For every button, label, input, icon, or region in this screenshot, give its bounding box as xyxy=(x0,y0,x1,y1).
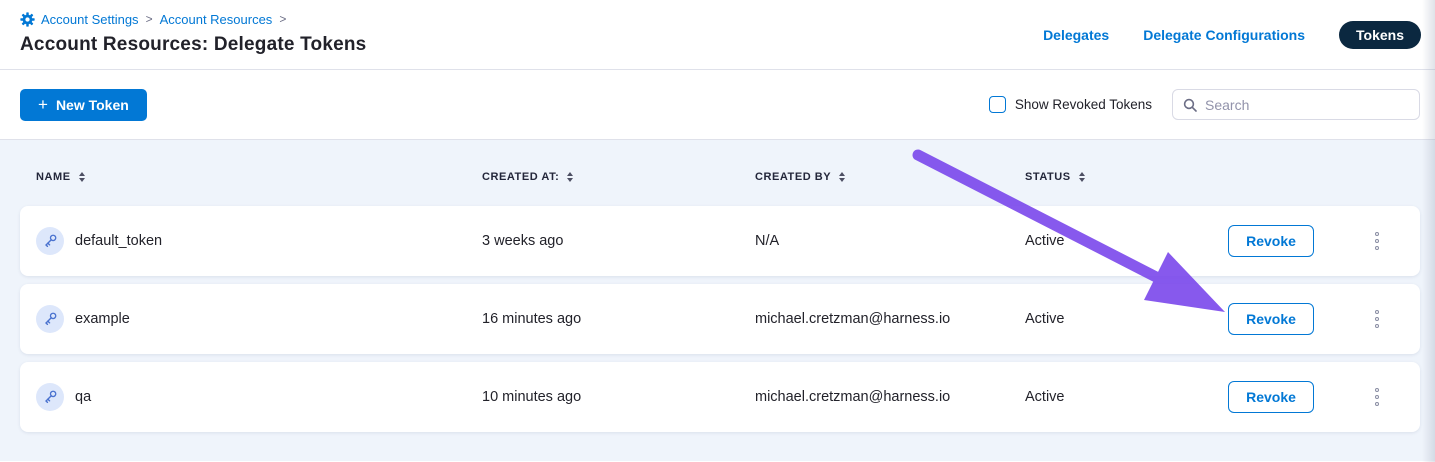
column-header-status[interactable]: STATUS xyxy=(1025,171,1228,183)
new-token-label: New Token xyxy=(56,97,129,113)
revoke-button[interactable]: Revoke xyxy=(1228,225,1314,257)
tab-delegates[interactable]: Delegates xyxy=(1043,27,1109,43)
token-name: qa xyxy=(75,389,91,405)
plus-icon: + xyxy=(38,96,48,113)
search-icon xyxy=(1183,98,1197,112)
table-row-default-token[interactable]: default_token 3 weeks ago N/A Active Rev… xyxy=(20,206,1420,276)
breadcrumb-account-resources[interactable]: Account Resources xyxy=(160,12,273,27)
tab-tokens-active[interactable]: Tokens xyxy=(1339,21,1421,49)
token-status: Active xyxy=(1025,389,1228,405)
revoke-button[interactable]: Revoke xyxy=(1228,303,1314,335)
page-header: Account Settings > Account Resources > A… xyxy=(0,0,1435,70)
column-label: CREATED AT: xyxy=(482,171,559,183)
table-row-example[interactable]: example 16 minutes ago michael.cretzman@… xyxy=(20,284,1420,354)
search-input[interactable] xyxy=(1205,97,1409,113)
row-options-menu-icon[interactable] xyxy=(1369,226,1385,256)
token-name: example xyxy=(75,311,130,327)
token-created-at: 10 minutes ago xyxy=(482,389,755,405)
row-options-menu-icon[interactable] xyxy=(1369,382,1385,412)
show-revoked-label: Show Revoked Tokens xyxy=(1015,97,1152,112)
token-key-icon xyxy=(36,227,64,255)
new-token-button[interactable]: + New Token xyxy=(20,89,147,121)
token-created-at: 16 minutes ago xyxy=(482,311,755,327)
token-key-icon xyxy=(36,305,64,333)
sort-icon[interactable] xyxy=(1079,172,1085,183)
row-options-menu-icon[interactable] xyxy=(1369,304,1385,334)
column-header-created-at[interactable]: CREATED AT: xyxy=(482,171,755,183)
revoke-button[interactable]: Revoke xyxy=(1228,381,1314,413)
table-row-qa[interactable]: qa 10 minutes ago michael.cretzman@harne… xyxy=(20,362,1420,432)
token-created-by: michael.cretzman@harness.io xyxy=(755,311,1025,327)
breadcrumb-account-settings[interactable]: Account Settings xyxy=(41,12,139,27)
tab-delegate-configurations[interactable]: Delegate Configurations xyxy=(1143,27,1305,43)
nav-tabs: Delegates Delegate Configurations Tokens xyxy=(1043,21,1421,49)
show-revoked-tokens-toggle[interactable]: Show Revoked Tokens xyxy=(989,96,1152,113)
sort-icon[interactable] xyxy=(79,172,85,183)
breadcrumb-separator: > xyxy=(146,12,153,26)
settings-gear-icon xyxy=(20,12,35,27)
token-name: default_token xyxy=(75,233,162,249)
token-created-by: michael.cretzman@harness.io xyxy=(755,389,1025,405)
toolbar: + New Token Show Revoked Tokens xyxy=(0,70,1435,140)
sort-icon[interactable] xyxy=(839,172,845,183)
toolbar-right: Show Revoked Tokens xyxy=(989,89,1420,120)
column-label: CREATED BY xyxy=(755,171,831,183)
table-header-row: NAME CREATED AT: CREATED BY STATUS xyxy=(20,140,1420,206)
show-revoked-checkbox[interactable] xyxy=(989,96,1006,113)
column-header-name[interactable]: NAME xyxy=(36,171,482,183)
token-created-at: 3 weeks ago xyxy=(482,233,755,249)
column-header-created-by[interactable]: CREATED BY xyxy=(755,171,1025,183)
sort-icon[interactable] xyxy=(567,172,573,183)
token-key-icon xyxy=(36,383,64,411)
token-status: Active xyxy=(1025,311,1228,327)
column-label: NAME xyxy=(36,171,71,183)
token-created-by: N/A xyxy=(755,233,1025,249)
column-label: STATUS xyxy=(1025,171,1071,183)
tokens-table: NAME CREATED AT: CREATED BY STATUS xyxy=(0,140,1435,461)
breadcrumb-separator: > xyxy=(279,12,286,26)
search-box[interactable] xyxy=(1172,89,1420,120)
token-status: Active xyxy=(1025,233,1228,249)
